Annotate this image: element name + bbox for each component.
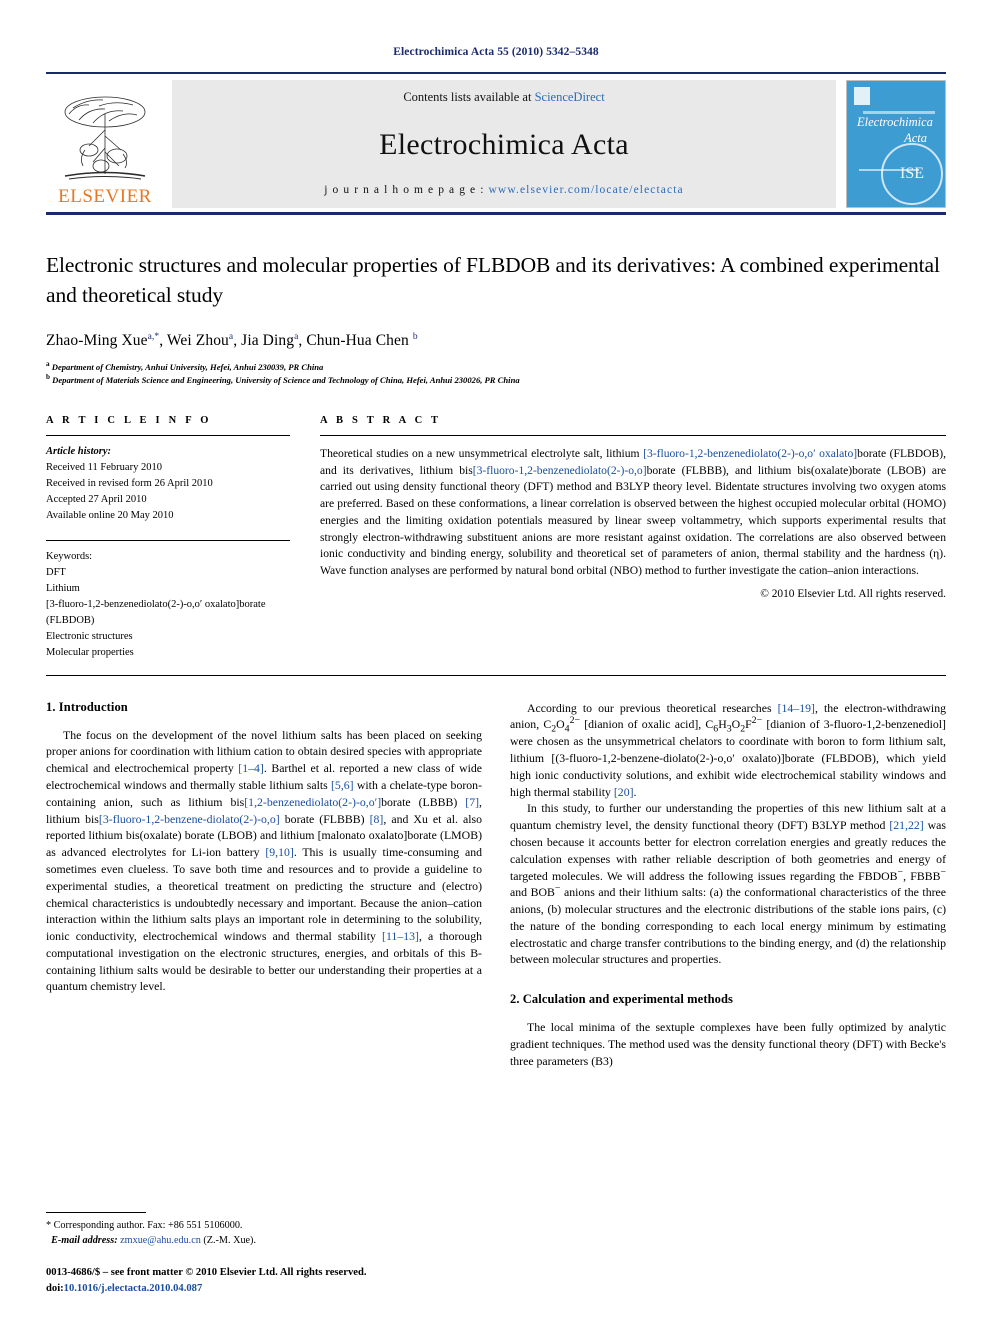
abstract-copyright: © 2010 Elsevier Ltd. All rights reserved…: [760, 587, 946, 600]
corresponding-text: Corresponding author. Fax: +86 551 51060…: [51, 1219, 243, 1231]
cover-elsevier-icon: [854, 87, 870, 105]
elsevier-wordmark: ELSEVIER: [58, 186, 152, 207]
keyword-item: Molecular properties: [46, 646, 134, 658]
abstract-label: A B S T R A C T: [320, 415, 442, 427]
keyword-item: Lithium: [46, 582, 80, 594]
ise-logo-icon: ISE: [881, 143, 943, 205]
body-columns: 1. Introduction The focus on the develop…: [46, 700, 946, 1070]
issn-line: 0013-4686/$ – see front matter © 2010 El…: [46, 1267, 367, 1279]
email-link[interactable]: zmxue@ahu.edu.cn: [120, 1235, 201, 1246]
info-abstract-region: A R T I C L E I N F O Article history: R…: [46, 415, 946, 660]
doi-link[interactable]: 10.1016/j.electacta.2010.04.087: [64, 1283, 203, 1294]
journal-homepage-line: j o u r n a l h o m e p a g e : www.else…: [324, 184, 683, 196]
title-block: Electronic structures and molecular prop…: [46, 215, 946, 387]
corresponding-author-note: * Corresponding author. Fax: +86 551 510…: [46, 1218, 476, 1249]
journal-masthead: ELSEVIER Contents lists available at Sci…: [46, 80, 946, 208]
section-heading-methods: 2. Calculation and experimental methods: [510, 992, 733, 1007]
article-history: Article history: Received 11 February 20…: [46, 436, 290, 524]
cover-title: Electrochimica Acta: [857, 115, 937, 146]
methods-paragraph-1: The local minima of the sextuple complex…: [510, 1020, 946, 1068]
contents-prefix: Contents lists available at: [403, 90, 535, 104]
history-item: Received 11 February 2010: [46, 462, 162, 474]
intro-paragraph-2: According to our previous theoretical re…: [510, 700, 946, 799]
article-history-label: Article history:: [46, 446, 112, 458]
cover-title-line2: Acta: [904, 130, 927, 145]
abstract-text: Theoretical studies on a new unsymmetric…: [320, 447, 946, 577]
author-list: Zhao-Ming Xuea,*, Wei Zhoua, Jia Dinga, …: [46, 332, 418, 350]
info-abstract-bottom-rule: [46, 674, 946, 676]
history-item: Received in revised form 26 April 2010: [46, 478, 213, 489]
elsevier-tree-icon: [64, 96, 146, 180]
elsevier-logo: ELSEVIER: [46, 80, 164, 208]
affiliations: a Department of Chemistry, Anhui Univers…: [46, 361, 946, 387]
email-label: E-mail address:: [51, 1234, 118, 1246]
journal-title: Electrochimica Acta: [379, 127, 629, 161]
intro-paragraph-1: The focus on the development of the nove…: [46, 727, 483, 994]
abstract-column: A B S T R A C T Theoretical studies on a…: [316, 415, 946, 660]
page-title: Electronic structures and molecular prop…: [46, 253, 940, 307]
affiliation-b-text: Department of Materials Science and Engi…: [52, 375, 520, 386]
paper-page: Electrochimica Acta 55 (2010) 5342–5348 …: [0, 0, 992, 1323]
keyword-item: DFT: [46, 566, 66, 578]
affiliation-b: b Department of Materials Science and En…: [46, 373, 520, 386]
masthead-center: Contents lists available at ScienceDirec…: [172, 80, 836, 208]
keywords-list: Keywords: DFT Lithium [3-fluoro-1,2-benz…: [46, 541, 290, 661]
issn-copyright-block: 0013-4686/$ – see front matter © 2010 El…: [46, 1265, 476, 1297]
section-heading-introduction: 1. Introduction: [46, 699, 128, 714]
masthead-top-rule: [46, 72, 946, 74]
journal-homepage-link[interactable]: www.elsevier.com/locate/electacta: [489, 184, 684, 196]
cover-title-line1: Electrochimica: [857, 115, 933, 129]
footnote-rule: [46, 1211, 146, 1213]
contents-available-line: Contents lists available at ScienceDirec…: [403, 90, 604, 105]
affiliation-a: a Department of Chemistry, Anhui Univers…: [46, 360, 324, 373]
intro-paragraph-3: In this study, to further our understand…: [510, 801, 947, 967]
running-head: Electrochimica Acta 55 (2010) 5342–5348: [393, 46, 599, 58]
keyword-item: Electronic structures: [46, 630, 133, 642]
cover-caption-rule: [863, 111, 935, 114]
doi-line: doi:10.1016/j.electacta.2010.04.087: [46, 1281, 476, 1297]
body-column-left: 1. Introduction The focus on the develop…: [46, 700, 482, 1070]
homepage-prefix: j o u r n a l h o m e p a g e :: [324, 184, 489, 196]
keyword-item: [3-fluoro-1,2-benzenediolato(2-)-o,o′ ox…: [46, 598, 266, 626]
email-suffix: (Z.-M. Xue).: [200, 1234, 256, 1246]
sciencedirect-link[interactable]: ScienceDirect: [535, 90, 605, 104]
doi-label: doi:: [46, 1283, 64, 1295]
page-footer: * Corresponding author. Fax: +86 551 510…: [46, 1211, 476, 1297]
history-item: Accepted 27 April 2010: [46, 493, 147, 505]
affiliation-a-text: Department of Chemistry, Anhui Universit…: [51, 362, 324, 373]
article-info-label: A R T I C L E I N F O: [46, 415, 212, 427]
body-column-right: According to our previous theoretical re…: [510, 700, 946, 1070]
article-info-column: A R T I C L E I N F O Article history: R…: [46, 415, 316, 660]
keywords-label: Keywords:: [46, 550, 93, 562]
history-item: Available online 20 May 2010: [46, 509, 174, 521]
journal-cover-thumbnail: Electrochimica Acta ISE: [846, 80, 946, 208]
